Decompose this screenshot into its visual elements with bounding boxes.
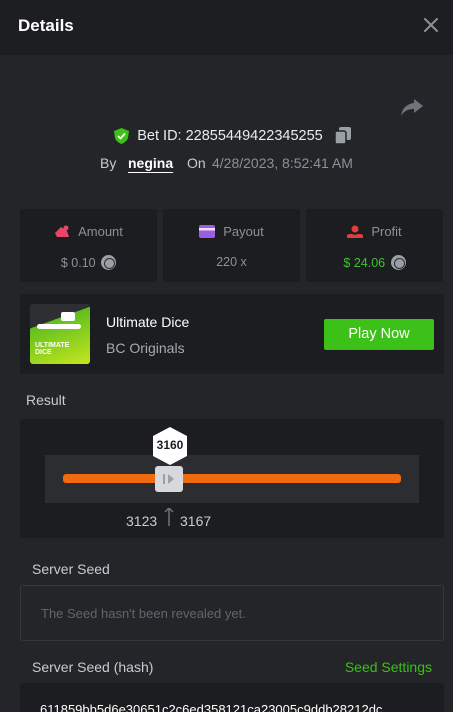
close-icon[interactable] [419, 13, 443, 37]
range-max: 3167 [180, 513, 212, 529]
result-fill [63, 474, 401, 483]
result-slider-handle [155, 466, 183, 492]
game-provider: BC Originals [106, 340, 185, 356]
amount-value: $ 0.10 [60, 256, 96, 270]
payout-icon [199, 225, 216, 238]
verified-shield-icon [114, 127, 130, 144]
payout-value: 220 x [216, 255, 247, 269]
server-seed-hash-value: 611859bb5d6e30651c2c6ed358121ca23005c9dd… [40, 702, 383, 712]
amount-label: Amount [78, 224, 123, 239]
copy-icon[interactable] [334, 127, 351, 144]
profit-icon [347, 225, 364, 238]
result-label: Result [26, 392, 66, 408]
result-panel: 3160 3123 3167 [20, 419, 444, 538]
profit-value: $ 24.06 [343, 256, 386, 270]
on-label: On [187, 155, 206, 171]
page-title: Details [18, 16, 74, 35]
payout-label: Payout [223, 224, 264, 239]
range-arrow-icon [164, 508, 174, 526]
profit-label: Profit [371, 224, 402, 239]
game-name: Ultimate Dice [106, 314, 190, 330]
range-min: 3123 [126, 513, 158, 529]
game-thumbnail: ULTIMATE DICE [30, 304, 90, 364]
server-seed-hash-label: Server Seed (hash) [32, 659, 154, 675]
profit-card: Profit $ 24.06 [306, 209, 443, 282]
amount-card: Amount $ 0.10 [20, 209, 157, 282]
grip-icon [163, 474, 174, 484]
bet-date: 4/28/2023, 8:52:41 AM [212, 155, 353, 171]
share-icon[interactable] [400, 96, 424, 118]
play-now-button[interactable]: Play Now [324, 319, 434, 350]
seed-settings-link[interactable]: Seed Settings [345, 659, 432, 675]
details-header: Details [0, 0, 453, 55]
by-label: By [100, 155, 117, 171]
server-seed-label: Server Seed [32, 561, 110, 577]
server-seed-message: The Seed hasn't been revealed yet. [41, 606, 246, 621]
payout-card: Payout 220 x [163, 209, 300, 282]
bet-id-row: Bet ID: 22855449422345255 [0, 127, 453, 148]
result-track [45, 455, 419, 503]
coin-icon [390, 255, 406, 270]
result-value: 3160 [156, 438, 184, 452]
server-seed-hash-box[interactable]: 611859bb5d6e30651c2c6ed358121ca23005c9dd… [20, 683, 444, 712]
username-link[interactable]: negina [128, 155, 173, 171]
game-card: ULTIMATE DICE Ultimate Dice BC Originals … [20, 294, 444, 374]
bet-id: Bet ID: 22855449422345255 [137, 127, 323, 144]
amount-icon [55, 225, 70, 237]
coin-icon [101, 255, 117, 270]
server-seed-box: The Seed hasn't been revealed yet. [20, 585, 444, 641]
